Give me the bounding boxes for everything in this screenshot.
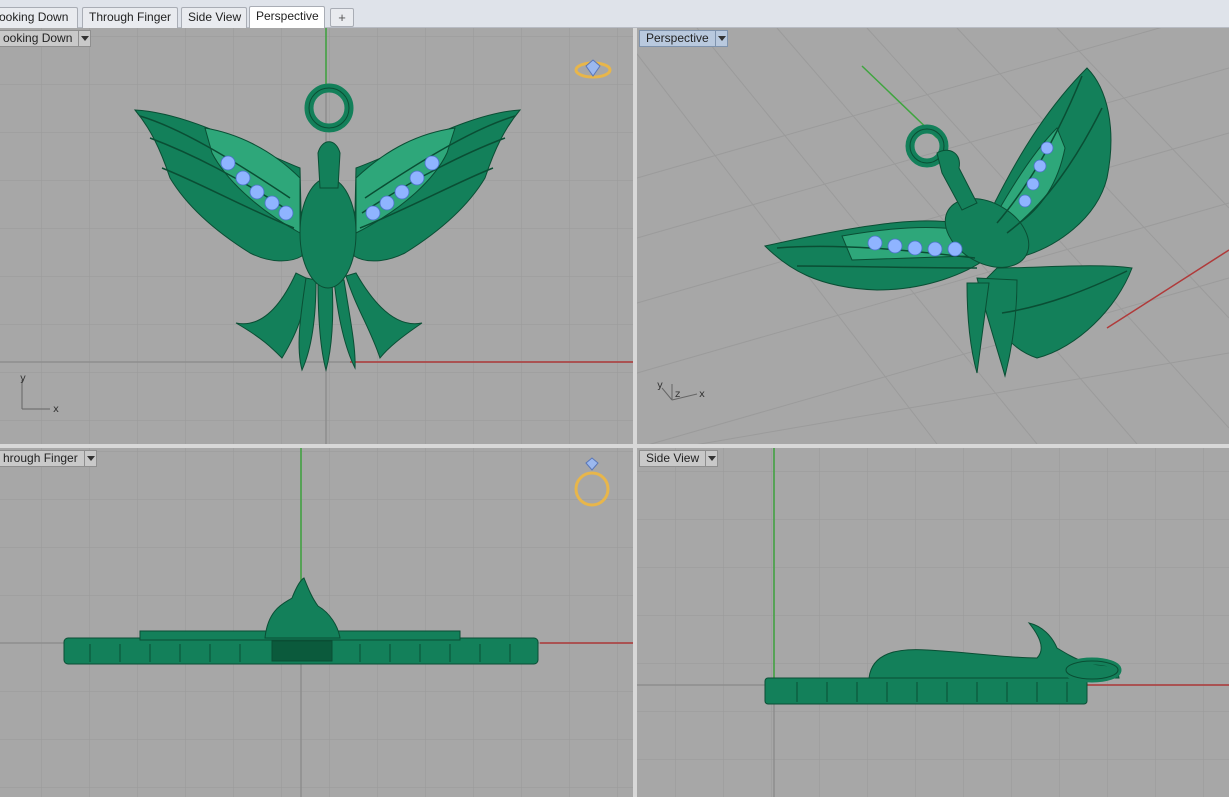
perspective-scene: y z x — [637, 28, 1229, 444]
axis-x-label: x — [699, 389, 705, 400]
axis-y-label: y — [657, 380, 663, 391]
viewport-title: hrough Finger — [0, 450, 85, 467]
viewport-looking-down[interactable]: y x ooking Down — [0, 28, 633, 444]
axis-y-label: y — [20, 373, 26, 384]
tab-label: Perspective — [256, 9, 319, 23]
rhino-window: ooking Down Through Finger Side View Per… — [0, 0, 1229, 797]
side-view-scene — [637, 448, 1229, 797]
viewport-tab-bar: ooking Down Through Finger Side View Per… — [0, 0, 1229, 28]
through-finger-scene — [0, 448, 633, 797]
viewport-label-through-finger[interactable]: hrough Finger — [0, 450, 97, 467]
axis-x-label: x — [53, 404, 59, 415]
viewport-title: Perspective — [639, 30, 716, 47]
looking-down-scene: y x — [0, 28, 633, 444]
tab-label: Through Finger — [89, 10, 172, 24]
viewport-through-finger[interactable]: hrough Finger — [0, 448, 633, 797]
viewport-label-side-view[interactable]: Side View — [639, 450, 719, 467]
add-tab-icon[interactable]: + — [330, 8, 354, 27]
viewport-title: ooking Down — [0, 30, 80, 47]
tab-label: ooking Down — [0, 10, 69, 24]
viewport-side-view[interactable]: Side View — [637, 448, 1229, 797]
viewport-label-looking-down[interactable]: ooking Down — [0, 30, 92, 47]
tab-label: Side View — [188, 10, 242, 24]
dropdown-arrow-icon[interactable] — [706, 450, 719, 467]
axis-z-label: z — [675, 389, 680, 400]
tab-perspective[interactable]: Perspective — [249, 6, 325, 28]
tab-side-view[interactable]: Side View — [181, 7, 247, 28]
viewport-splitter-horizontal[interactable] — [0, 444, 1229, 448]
dropdown-arrow-icon[interactable] — [79, 30, 92, 47]
viewport-perspective[interactable]: y z x Perspective — [637, 28, 1229, 444]
tab-looking-down[interactable]: ooking Down — [0, 7, 78, 28]
dropdown-arrow-icon[interactable] — [84, 450, 97, 467]
dropdown-arrow-icon[interactable] — [715, 30, 728, 47]
viewport-label-perspective[interactable]: Perspective — [639, 30, 728, 47]
tab-through-finger[interactable]: Through Finger — [82, 7, 178, 28]
viewport-title: Side View — [639, 450, 707, 467]
viewport-splitter-vertical[interactable] — [633, 28, 637, 797]
